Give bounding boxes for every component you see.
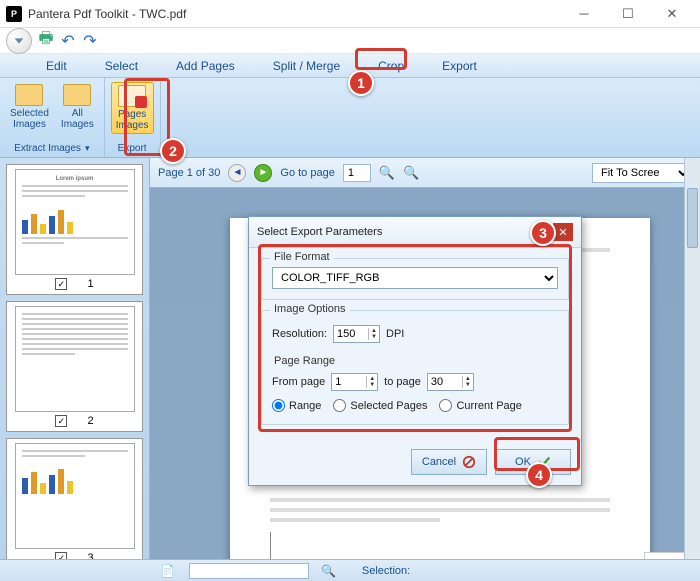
prev-page-button[interactable]: ◄ [228,164,246,182]
goto-page-input[interactable] [343,164,371,182]
ribbon-group-export: Pages Images Export [105,78,161,157]
cancel-button[interactable]: Cancel [411,449,487,475]
selected-images-icon [15,84,43,106]
page-toolbar: Page 1 of 30 ◄ ► Go to page 🔍 🔍 Fit To S… [150,158,700,188]
page-indicator: Page 1 of 30 [158,167,220,179]
thumb-2-number: 2 [87,415,93,427]
to-page-label: to page [384,376,421,388]
image-options-group: Image Options Resolution: ▲▼ DPI Page Ra… [261,310,569,425]
goto-label: Go to page [280,167,334,179]
radio-range-input[interactable] [272,399,285,412]
image-options-label: Image Options [270,303,350,315]
resolution-spinner[interactable]: ▲▼ [333,325,380,343]
titlebar: P Pantera Pdf Toolkit - TWC.pdf ─ ☐ ✕ [0,0,700,28]
radio-selected-pages[interactable]: Selected Pages [333,399,427,412]
from-page-spinner[interactable]: ▲▼ [331,373,378,391]
app-menu-button[interactable] [6,28,32,54]
status-selection-label: Selection: [362,565,410,577]
page-range-label: Page Range [270,355,558,367]
ribbon-all-images-label: All Images [61,108,94,130]
thumb-3-number: 3 [87,552,93,559]
status-page-icon[interactable]: 📄 [160,564,175,578]
thumb-2[interactable]: ✓2 [6,301,143,432]
dpi-label: DPI [386,328,404,340]
resolution-input[interactable] [334,326,368,342]
dialog-title: Select Export Parameters [257,226,553,238]
status-search-icon[interactable]: 🔍 [321,564,336,578]
undo-icon[interactable]: ↶ [60,33,76,49]
ribbon-all-images[interactable]: All Images [57,82,98,132]
callout-3: 3 [530,220,556,246]
callout-4: 4 [526,462,552,488]
ribbon-group-extract-label: Extract Images▾ [10,142,93,155]
file-format-group: File Format COLOR_TIFF_RGB [261,258,569,300]
ribbon-selected-images-label: Selected Images [10,108,49,130]
from-page-label: From page [272,376,325,388]
ribbon-group-export-label: Export [114,142,151,155]
callout-1: 1 [348,70,374,96]
expand-icon[interactable]: ▾ [85,143,90,154]
canvas-scrollbar[interactable] [684,158,700,559]
zoom-mode-select[interactable]: Fit To Scree [592,163,692,183]
redo-icon[interactable]: ↷ [82,33,98,49]
status-bar: 📄 🔍 Selection: [0,559,700,581]
thumb-2-check[interactable]: ✓ [55,415,67,427]
menu-split-merge[interactable]: Split / Merge [267,57,346,75]
pages-images-icon [118,85,146,107]
zoom-out-icon[interactable]: 🔍 [379,165,395,181]
all-images-icon [63,84,91,106]
minimize-button[interactable]: ─ [562,0,606,28]
window-title: Pantera Pdf Toolkit - TWC.pdf [28,7,562,21]
thumb-1-heading: Lorem ipsum [22,176,128,182]
ribbon-group-extract: Selected Images All Images Extract Image… [0,78,105,157]
thumb-1-check[interactable]: ✓ [55,278,67,290]
radio-current-input[interactable] [439,399,452,412]
status-input[interactable] [189,563,309,579]
radio-range[interactable]: Range [272,399,321,412]
thumb-1-number: 1 [87,278,93,290]
next-page-button[interactable]: ► [254,164,272,182]
file-format-select[interactable]: COLOR_TIFF_RGB [272,267,558,289]
cancel-icon [462,455,476,469]
thumb-1[interactable]: Lorem ipsum ✓ 1 [6,164,143,295]
ribbon-pages-images[interactable]: Pages Images [111,82,154,134]
resolution-label: Resolution: [272,328,327,340]
thumb-3[interactable]: ✓3 [6,438,143,559]
menu-add-pages[interactable]: Add Pages [170,57,241,75]
quick-access-toolbar: 🖶 ↶ ↷ [0,28,700,54]
menu-select[interactable]: Select [99,57,144,75]
ribbon-selected-images[interactable]: Selected Images [6,82,53,132]
ribbon-pages-images-label: Pages Images [116,109,149,131]
print-icon[interactable]: 🖶 [38,33,54,49]
thumbnail-sidebar: Lorem ipsum ✓1 ✓2 ✓3 [0,158,150,559]
file-format-label: File Format [270,251,334,263]
menu-crop[interactable]: Crop [372,57,410,75]
radio-current-page[interactable]: Current Page [439,399,521,412]
close-button[interactable]: ✕ [650,0,694,28]
dialog-close-button[interactable]: ✕ [553,223,573,241]
from-page-input[interactable] [332,374,366,390]
menu-export[interactable]: Export [436,57,483,75]
thumb-3-check[interactable]: ✓ [55,552,67,559]
radio-selected-input[interactable] [333,399,346,412]
to-page-spinner[interactable]: ▲▼ [427,373,474,391]
callout-2: 2 [160,138,186,164]
menu-edit[interactable]: Edit [40,57,73,75]
to-page-input[interactable] [428,374,462,390]
app-icon: P [6,6,22,22]
maximize-button[interactable]: ☐ [606,0,650,28]
zoom-in-icon[interactable]: 🔍 [403,165,419,181]
preview-chart: Column 1 Column 2 Column 3 [270,532,610,559]
export-dialog: Select Export Parameters ✕ File Format C… [248,216,582,486]
